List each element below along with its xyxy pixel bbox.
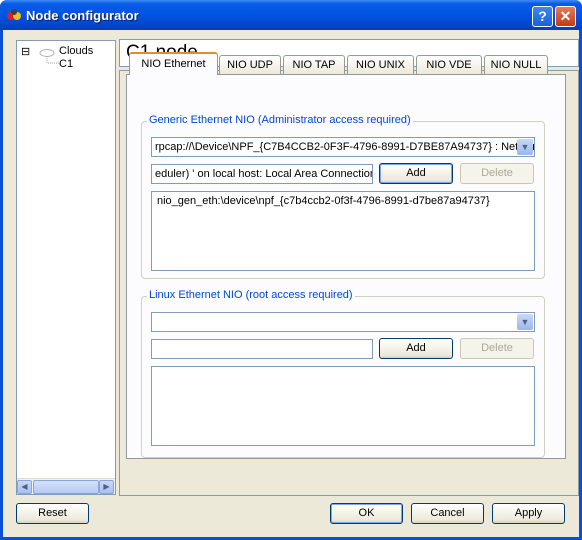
linux-nio-list[interactable] <box>151 366 535 446</box>
tab-nio-null[interactable]: NIO NULL <box>484 55 548 74</box>
generic-ethernet-title: Generic Ethernet NIO (Administrator acce… <box>147 114 413 126</box>
scroll-right-icon[interactable]: ▶ <box>99 480 114 494</box>
ok-button[interactable]: OK <box>330 503 403 524</box>
tree-item-clouds[interactable]: Clouds <box>59 44 93 58</box>
generic-add-button[interactable]: Add <box>379 163 453 184</box>
linux-ethernet-title: Linux Ethernet NIO (root access required… <box>147 289 355 301</box>
scroll-thumb[interactable] <box>33 480 99 494</box>
linux-delete-button[interactable]: Delete <box>460 338 534 359</box>
tab-nio-vde[interactable]: NIO VDE <box>416 55 482 74</box>
tree-connector-line <box>46 56 61 64</box>
title-bar[interactable]: Node configurator ? ✕ <box>0 0 582 30</box>
generic-interface-input-value: eduler) ' on local host: Local Area Conn… <box>155 168 373 180</box>
window-title: Node configurator <box>26 8 139 23</box>
tab-nio-unix[interactable]: NIO UNIX <box>347 55 414 74</box>
tab-content: Generic Ethernet NIO (Administrator acce… <box>126 74 566 459</box>
tab-nio-tap[interactable]: NIO TAP <box>283 55 345 74</box>
tab-nio-ethernet[interactable]: NIO Ethernet <box>129 52 218 75</box>
reset-button[interactable]: Reset <box>16 503 89 524</box>
generic-interface-value: rpcap://\Device\NPF_{C7B4CCB2-0F3F-4796-… <box>155 141 535 153</box>
help-button[interactable]: ? <box>532 6 553 27</box>
apply-button[interactable]: Apply <box>492 503 565 524</box>
node-configurator-window: Node configurator ? ✕ ⊟ Clouds C1 ◀ ▶ C1… <box>0 0 582 540</box>
tree-item-c1[interactable]: C1 <box>59 57 73 71</box>
cancel-button[interactable]: Cancel <box>411 503 484 524</box>
tree-expand-icon[interactable]: ⊟ <box>21 45 30 59</box>
app-icon <box>7 9 21 20</box>
generic-delete-button[interactable]: Delete <box>460 163 534 184</box>
generic-interface-select[interactable]: rpcap://\Device\NPF_{C7B4CCB2-0F3F-4796-… <box>151 137 535 157</box>
linux-interface-input[interactable] <box>151 339 373 359</box>
list-item[interactable]: nio_gen_eth:\device\npf_{c7b4ccb2-0f3f-4… <box>157 195 529 207</box>
generic-interface-input[interactable]: eduler) ' on local host: Local Area Conn… <box>151 164 373 184</box>
scroll-left-icon[interactable]: ◀ <box>17 480 32 494</box>
chevron-down-icon[interactable]: ▼ <box>517 314 533 330</box>
node-tree[interactable]: ⊟ Clouds C1 ◀ ▶ <box>16 40 116 495</box>
close-button[interactable]: ✕ <box>555 6 576 27</box>
chevron-down-icon[interactable]: ▼ <box>517 139 533 155</box>
generic-nio-list[interactable]: nio_gen_eth:\device\npf_{c7b4ccb2-0f3f-4… <box>151 191 535 271</box>
tab-nio-udp[interactable]: NIO UDP <box>219 55 281 74</box>
linux-add-button[interactable]: Add <box>379 338 453 359</box>
linux-interface-select[interactable]: ▼ <box>151 312 535 332</box>
tree-horizontal-scrollbar[interactable]: ◀ ▶ <box>17 478 115 494</box>
